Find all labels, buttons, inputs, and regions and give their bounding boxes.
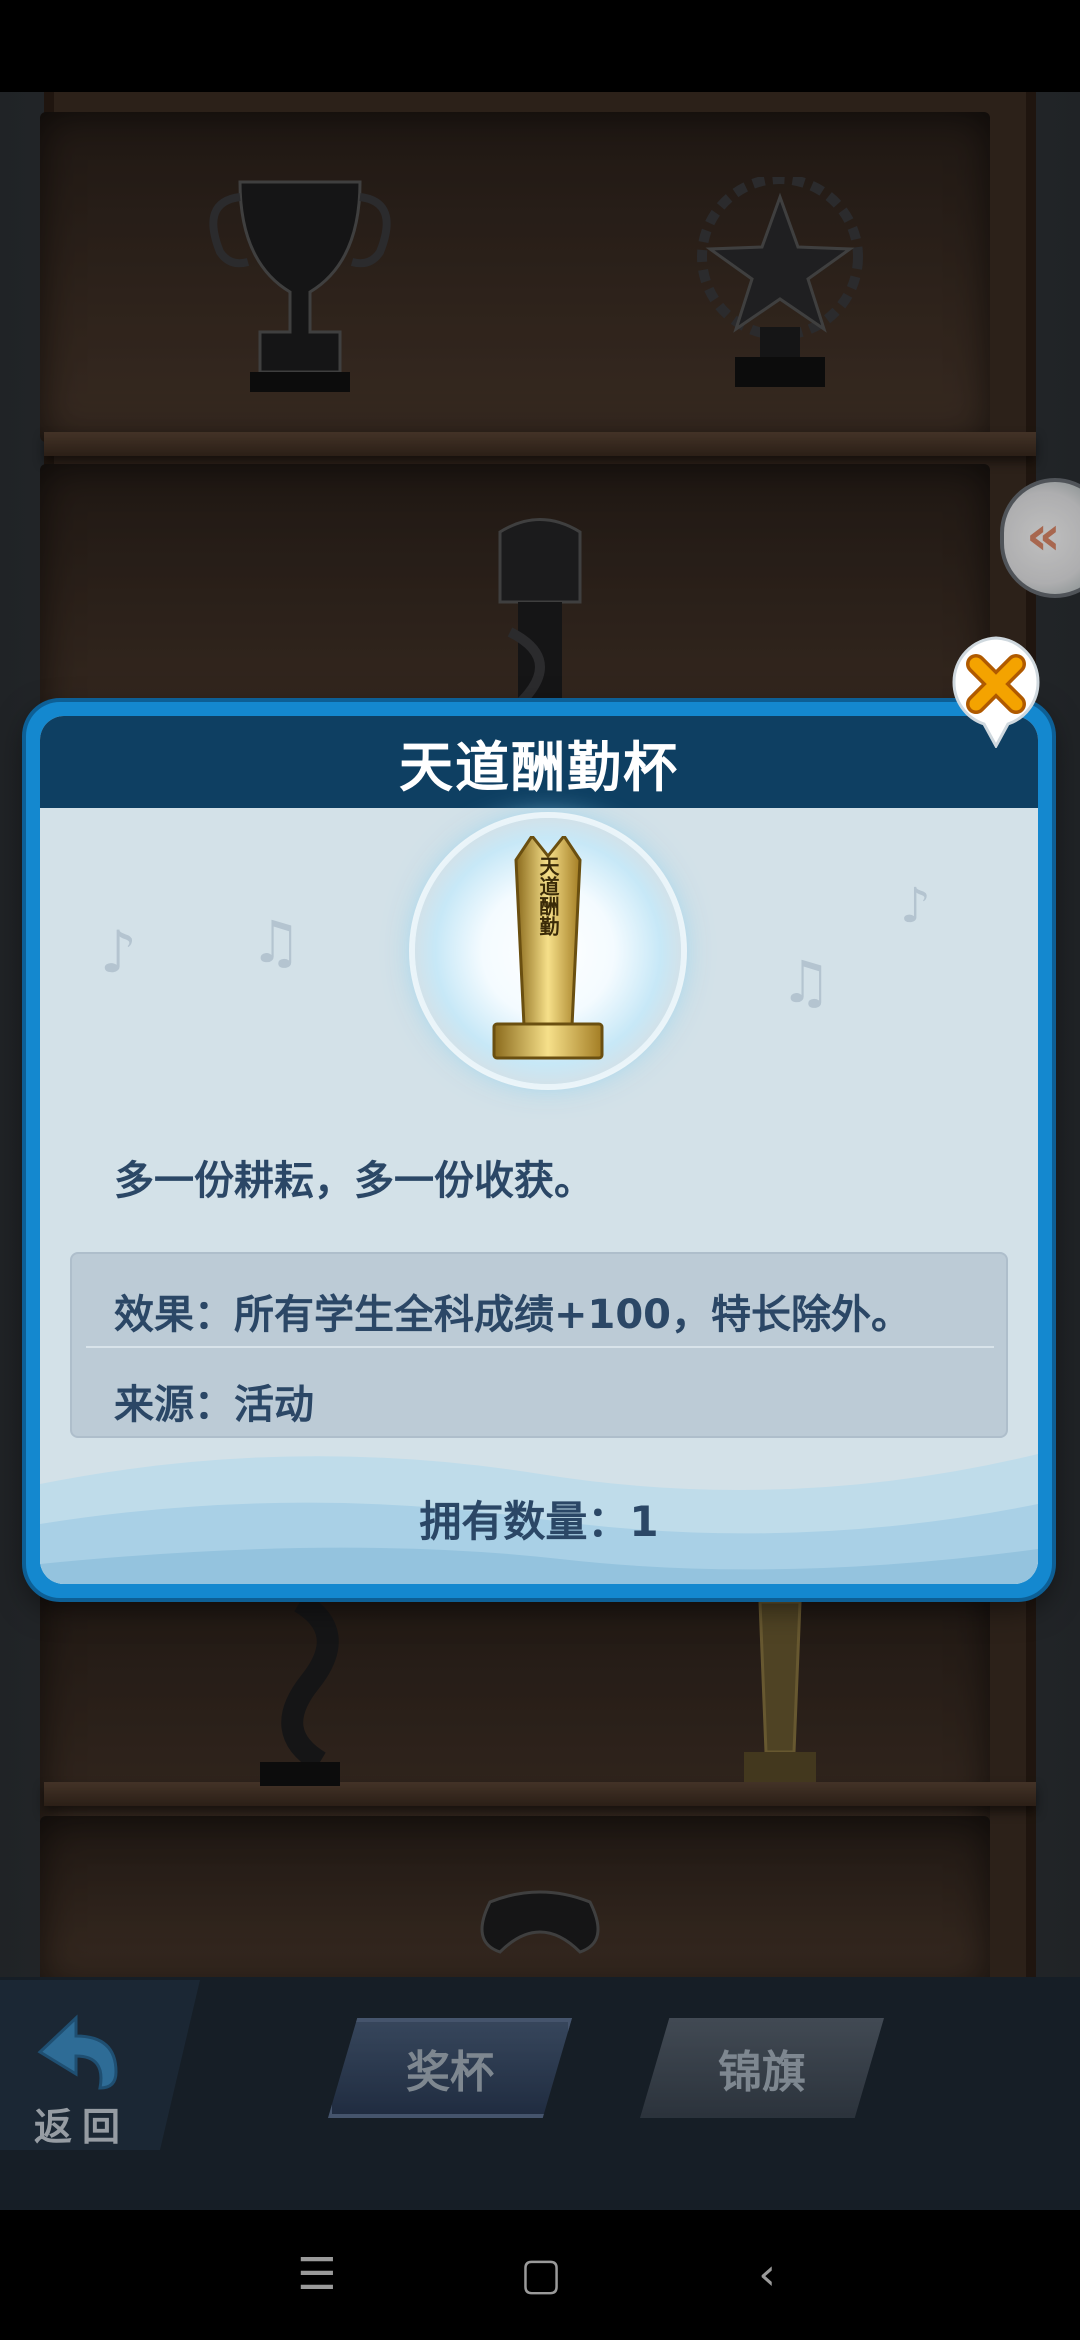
dialog-content: 天道酬勤杯 ♪ ♫ ♫ ♪ 天道酬勤 多一份耕耘，多一份收获。 效果：所有学生全… <box>40 716 1038 1584</box>
home-icon[interactable]: ▢ <box>516 2252 566 2298</box>
back-icon[interactable]: ‹ <box>742 2252 792 2298</box>
dialog-title: 天道酬勤杯 <box>399 735 679 799</box>
close-icon <box>966 654 1026 714</box>
music-note-icon: ♫ <box>780 948 832 1016</box>
owned-count: 拥有数量：1 <box>419 1497 659 1546</box>
trophy-effect: 效果：所有学生全科成绩+100，特长除外。 <box>114 1292 912 1338</box>
trophy-motto: 多一份耕耘，多一份收获。 <box>114 1158 594 1204</box>
trophy-detail-dialog: 天道酬勤杯 ♪ ♫ ♫ ♪ 天道酬勤 多一份耕耘，多一份收获。 效果：所有学生全… <box>26 702 1052 1598</box>
trophy-info-box: 效果：所有学生全科成绩+100，特长除外。 来源：活动 <box>70 1252 1008 1438</box>
gold-trophy-icon: 天道酬勤 <box>492 836 604 1060</box>
music-note-icon: ♪ <box>100 918 138 986</box>
trophy-engraving: 天道酬勤 <box>536 856 560 937</box>
dialog-body: ♪ ♫ ♫ ♪ 天道酬勤 多一份耕耘，多一份收获。 效果：所有学生全科成绩+10… <box>40 808 1038 1584</box>
divider <box>86 1346 994 1348</box>
menu-icon[interactable]: ☰ <box>292 2252 342 2298</box>
dialog-header: 天道酬勤杯 <box>40 716 1038 808</box>
status-bar <box>0 0 1080 92</box>
close-button[interactable] <box>948 636 1044 748</box>
trophy-source: 来源：活动 <box>114 1382 314 1428</box>
music-note-icon: ♫ <box>250 908 302 976</box>
music-note-icon: ♪ <box>900 878 931 934</box>
